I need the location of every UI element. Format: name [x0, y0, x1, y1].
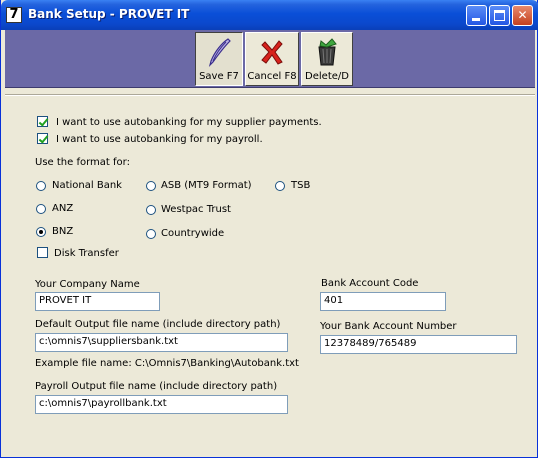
example-filename-text: Example file name: C:\Omnis7\Banking\Aut… [35, 358, 299, 369]
toolbar-divider [5, 94, 535, 96]
format-label-anz: ANZ [52, 203, 74, 214]
bank-code-label: Bank Account Code [321, 278, 419, 289]
toolbar: Save F7 Cancel F8 Delete/D [5, 30, 535, 88]
close-button[interactable]: ✕ [512, 5, 533, 26]
delete-button-label: Delete/D [305, 71, 349, 82]
format-label-tsb: TSB [291, 180, 311, 191]
app-icon: 7 [6, 7, 22, 23]
format-radio-countrywide[interactable] [146, 229, 156, 239]
window-title: Bank Setup - PROVET IT [28, 7, 190, 21]
maximize-button[interactable] [489, 5, 510, 26]
default-output-label: Default Output file name (include direct… [35, 319, 281, 330]
minimize-button[interactable] [466, 5, 487, 26]
format-label-asb: ASB (MT9 Format) [161, 180, 252, 191]
trash-bin-icon [318, 38, 337, 66]
format-radio-asb[interactable] [146, 181, 156, 191]
format-radio-westpac[interactable] [146, 205, 156, 215]
format-radio-bnz[interactable] [36, 227, 46, 237]
quill-pen-icon [208, 38, 231, 67]
company-name-label: Your Company Name [35, 279, 140, 290]
format-radio-tsb[interactable] [275, 181, 285, 191]
bank-account-label: Your Bank Account Number [320, 321, 457, 332]
format-label-westpac: Westpac Trust [161, 204, 231, 215]
disk-transfer-checkbox[interactable] [37, 247, 48, 258]
save-button-label: Save F7 [199, 71, 239, 82]
cancel-button[interactable]: Cancel F8 [245, 32, 299, 86]
format-label-bnz: BNZ [52, 226, 74, 237]
supplier-autobank-label: I want to use autobanking for my supplie… [56, 117, 322, 128]
close-icon: ✕ [517, 8, 528, 22]
maximize-icon [494, 10, 505, 21]
payroll-output-label: Payroll Output file name (include direct… [35, 381, 278, 392]
format-label-national-bank: National Bank [52, 180, 122, 191]
payroll-autobank-checkbox[interactable] [37, 133, 48, 144]
format-heading: Use the format for: [35, 157, 130, 168]
save-button[interactable]: Save F7 [195, 32, 243, 86]
format-label-countrywide: Countrywide [161, 228, 225, 239]
default-output-field[interactable]: c:\omnis7\suppliersbank.txt [35, 333, 288, 352]
minimize-icon [472, 18, 480, 21]
format-radio-national-bank[interactable] [36, 181, 46, 191]
payroll-output-field[interactable]: c:\omnis7\payrollbank.txt [35, 395, 288, 414]
disk-transfer-label: Disk Transfer [54, 248, 119, 259]
bank-code-field[interactable]: 401 [320, 292, 446, 311]
supplier-autobank-checkbox[interactable] [37, 116, 48, 127]
format-radio-anz[interactable] [36, 204, 46, 214]
title-bar[interactable]: 7 Bank Setup - PROVET IT ✕ [1, 0, 538, 30]
delete-button[interactable]: Delete/D [301, 32, 353, 86]
company-name-field[interactable]: PROVET IT [35, 292, 160, 311]
red-x-icon [261, 40, 283, 65]
bank-account-field[interactable]: 12378489/765489 [320, 335, 517, 354]
bank-setup-window: 7 Bank Setup - PROVET IT ✕ Save F7 Cance… [0, 0, 538, 458]
payroll-autobank-label: I want to use autobanking for my payroll… [56, 134, 263, 145]
cancel-button-label: Cancel F8 [247, 71, 297, 82]
